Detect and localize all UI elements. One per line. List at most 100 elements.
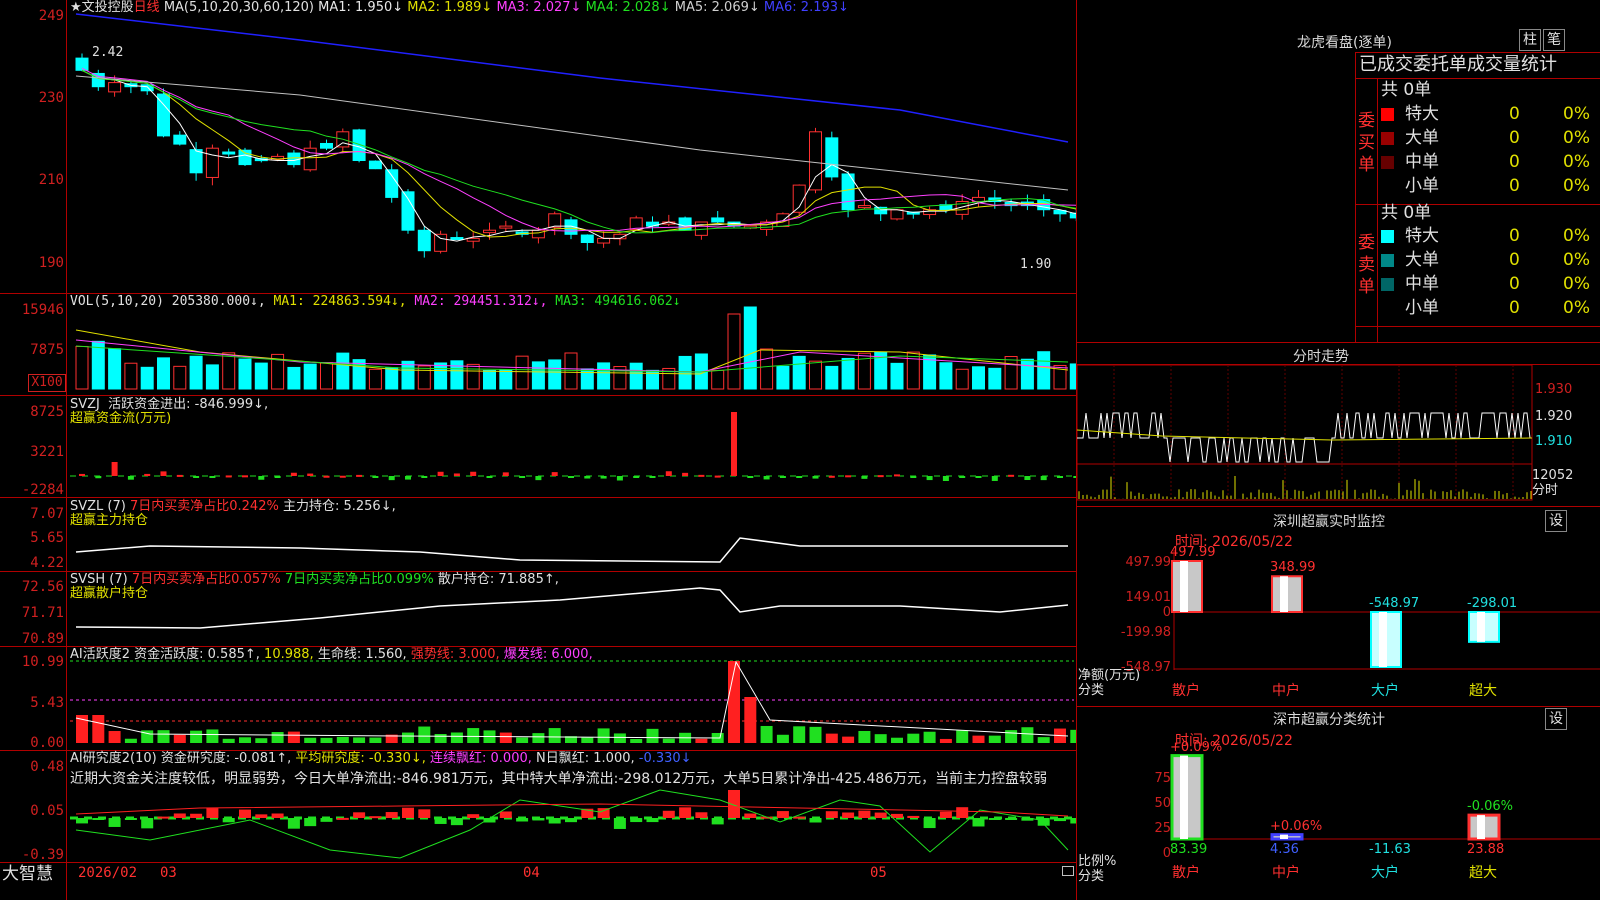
volume-bar — [336, 352, 350, 390]
ai-research-bar — [858, 810, 871, 818]
right-panels-canvas — [1077, 364, 1600, 841]
ai-research-axis-bot: -0.39 — [21, 847, 64, 863]
svzj-bar — [372, 476, 379, 478]
ai-research-bar — [255, 814, 268, 818]
volume-bar — [939, 362, 953, 390]
svzj-axis-bot: -2284 — [21, 482, 64, 498]
svzj-bar — [274, 476, 281, 478]
ai-research-bar — [499, 811, 512, 818]
candle-body — [368, 160, 382, 170]
ai-research-bar — [874, 812, 887, 818]
svzj-bar — [828, 475, 835, 478]
svsh-hold: 散户持仓: 71.885↑, — [437, 572, 559, 587]
volume-bar — [792, 355, 806, 390]
ai-active-bar — [874, 734, 887, 743]
ai-active-line — [75, 660, 1069, 739]
ai-research-bar — [662, 810, 675, 818]
ai-research-bar — [434, 818, 447, 824]
ai-active-bar — [369, 737, 382, 743]
volume-bar — [417, 365, 431, 390]
volume-bar — [564, 352, 578, 390]
ai-active-bar — [190, 730, 203, 743]
volume-bar — [515, 355, 529, 390]
ai-research-bar — [304, 818, 317, 827]
volume-bar — [1004, 356, 1018, 390]
volume-bar — [287, 366, 301, 390]
ai-research-bar — [679, 807, 692, 818]
svsh-axis-mid: 71.71 — [21, 605, 64, 621]
candle-body — [222, 151, 236, 155]
lock-icon[interactable] — [1062, 866, 1074, 876]
volume-bar — [776, 365, 790, 390]
ai-research-bar — [369, 816, 382, 819]
ai-active-bar — [402, 732, 414, 743]
volume-bar — [205, 364, 219, 390]
ai-active-label: AI活跃度2 — [70, 647, 130, 662]
ai-research-comment: 近期大资金关注度较低，明显弱势，今日大单净流出:-846.981万元，其中特大单… — [70, 771, 1048, 787]
ai-active-bar — [353, 737, 366, 743]
svzj-bar — [894, 474, 900, 477]
kline-chart-area[interactable]: ★文投控股日线 MA(5,10,20,30,60,120) MA1: 1.950… — [0, 0, 1077, 900]
candle-body — [597, 237, 611, 244]
ma1-value: MA1: 1.950↓ — [318, 0, 404, 15]
svzl-axis-bot: 4.22 — [30, 555, 64, 571]
candle-body — [417, 229, 431, 252]
svzj-bar — [942, 476, 949, 481]
candle-body — [809, 131, 822, 191]
ai-active-bar — [842, 736, 855, 743]
volume-bar — [531, 361, 545, 390]
ai-active-bar — [793, 726, 806, 743]
ai-active-bar — [858, 730, 871, 743]
ai-research-bar — [646, 818, 659, 823]
svzj-bar — [796, 476, 803, 478]
ai-active-axis-bot: 0.00 — [30, 735, 64, 751]
volume-bar — [548, 359, 562, 390]
volume-bar — [580, 368, 594, 390]
ma6-value: MA6: 2.193↓ — [763, 0, 849, 15]
svzj-bar — [535, 476, 542, 481]
candle-body — [499, 225, 513, 229]
ai-active-bar — [891, 737, 903, 743]
volume-bar — [955, 368, 969, 390]
volume-bar — [906, 351, 920, 390]
candle-body — [450, 237, 464, 241]
ai-active-bar — [695, 738, 708, 743]
date-label-mar: 03 — [160, 865, 177, 881]
svzj-bar — [176, 474, 183, 477]
ai-research-avg-line — [75, 803, 1069, 817]
svzj-bar — [339, 475, 346, 478]
volume-bar — [173, 365, 187, 390]
svsh-ratio1: 7日内买卖净占比0.057% — [131, 572, 281, 587]
price-axis-210: 210 — [38, 172, 64, 188]
ai-active-bar — [809, 726, 822, 743]
svzj-bar — [1040, 476, 1047, 481]
ai-active-bar — [581, 737, 594, 743]
price-axis-249: 249 — [38, 8, 64, 24]
ai-research-bar — [1005, 818, 1018, 820]
candle-body — [580, 234, 594, 244]
candle-body — [352, 129, 366, 162]
ai-active-bar — [157, 730, 170, 743]
svzj-bar — [1057, 476, 1063, 478]
volume-bar — [972, 366, 985, 390]
ai-research-bar — [923, 818, 936, 829]
svzj-axis-top: 8725 — [30, 404, 64, 420]
ai-research-bar — [353, 812, 366, 818]
ai-research-axis-mid: 0.05 — [30, 803, 64, 819]
ai-active-bar — [662, 738, 675, 743]
ai-active-bar — [630, 738, 643, 743]
ma4-value: MA4: 2.028↓ — [585, 0, 671, 15]
ai-active-v2: 10.988, — [264, 647, 314, 662]
ai-active-bar — [907, 733, 920, 743]
svzj-bar — [991, 476, 998, 481]
ai-research-bar — [239, 809, 251, 818]
svzj-bar — [616, 476, 623, 481]
volume-bar — [1069, 363, 1076, 390]
ai-research-bar — [548, 818, 561, 824]
candle-body — [173, 134, 187, 145]
ai-active-bar — [1005, 730, 1018, 743]
svzl-axis-mid: 5.65 — [30, 530, 64, 546]
ai-active-bar — [548, 728, 561, 743]
vol-unit-box[interactable]: X100 — [28, 374, 66, 392]
period-label[interactable]: 日线 — [134, 0, 160, 15]
